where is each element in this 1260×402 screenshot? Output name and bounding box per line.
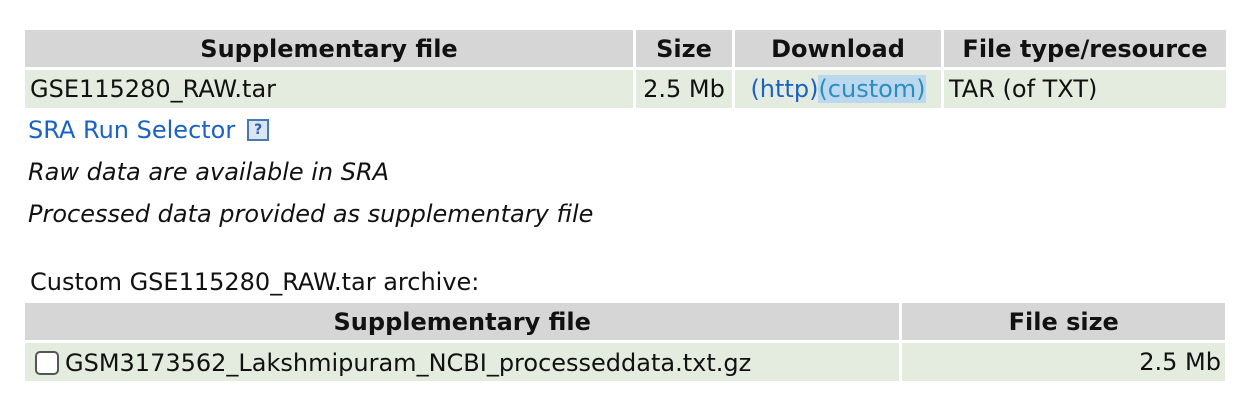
- supplementary-table: Supplementary file Size Download File ty…: [22, 27, 1229, 111]
- table-row: GSM3173562_Lakshmipuram_NCBI_processedda…: [25, 343, 1225, 381]
- file-name: GSM3173562_Lakshmipuram_NCBI_processedda…: [65, 348, 752, 377]
- file-name-cell: GSE115280_RAW.tar: [25, 70, 633, 108]
- download-cell: (http)(custom): [735, 70, 941, 108]
- header-file-size: File size: [902, 303, 1225, 340]
- processed-data-note: Processed data provided as supplementary…: [28, 200, 594, 228]
- custom-archive-label: Custom GSE115280_RAW.tar archive:: [30, 268, 480, 296]
- file-select-cell: GSM3173562_Lakshmipuram_NCBI_processedda…: [25, 343, 900, 381]
- file-checkbox[interactable]: [35, 350, 59, 375]
- header-size: Size: [636, 30, 732, 67]
- download-http-link[interactable]: (http): [750, 75, 818, 103]
- sra-run-selector-link[interactable]: SRA Run Selector: [28, 116, 235, 144]
- header-file-type: File type/resource: [944, 30, 1226, 67]
- table-row: GSE115280_RAW.tar 2.5 Mb (http)(custom) …: [25, 70, 1226, 108]
- help-icon[interactable]: ?: [247, 119, 270, 141]
- sra-row: SRA Run Selector ?: [28, 116, 270, 144]
- custom-archive-table: Supplementary file File size GSM3173562_…: [22, 300, 1228, 384]
- file-size-cell: 2.5 Mb: [902, 343, 1225, 381]
- header-supplementary-file: Supplementary file: [25, 303, 900, 340]
- table-header-row: Supplementary file File size: [25, 303, 1225, 340]
- raw-data-note: Raw data are available in SRA: [28, 158, 390, 186]
- table-header-row: Supplementary file Size Download File ty…: [25, 30, 1226, 67]
- header-supplementary-file: Supplementary file: [25, 30, 633, 67]
- download-custom-link[interactable]: (custom): [818, 75, 926, 103]
- file-size-cell: 2.5 Mb: [636, 70, 732, 108]
- file-type-cell: TAR (of TXT): [944, 70, 1226, 108]
- header-download: Download: [735, 30, 941, 67]
